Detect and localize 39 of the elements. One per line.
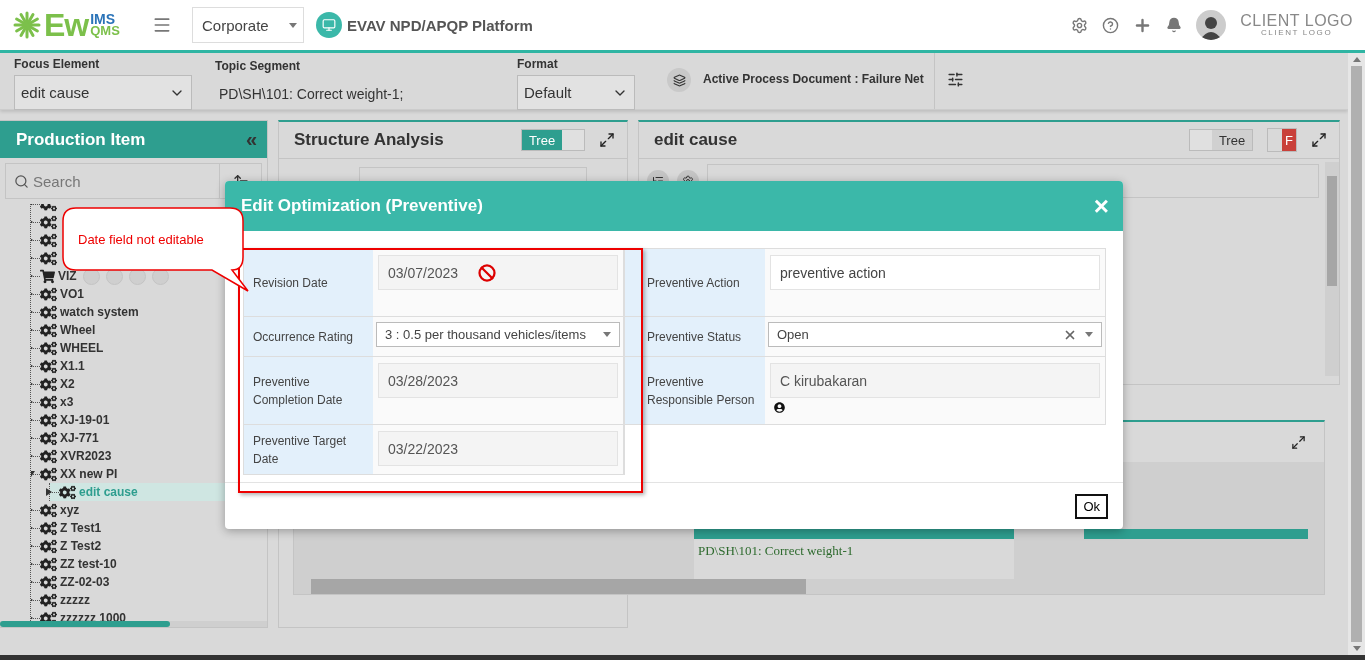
tree-item-label: zzzzz	[60, 593, 90, 607]
tree-item-label: Z Test1	[60, 521, 102, 535]
field-label: Preventive Status	[624, 317, 765, 357]
tree-item-label: watch system	[60, 305, 139, 319]
field-label: Preventive Action	[624, 249, 765, 317]
tree-item-label: ZZ test-10	[60, 557, 117, 571]
callout-text: Date field not editable	[78, 232, 204, 247]
tree-item-label: edit cause	[79, 485, 138, 499]
field-label: Focus Element	[14, 57, 101, 71]
field-label: Occurrence Rating	[243, 317, 373, 357]
tree-item-label: xyz	[60, 503, 80, 517]
field-label: Topic Segment	[215, 59, 302, 73]
topic-segment-value: PD\SH\101: Correct weight-1;	[218, 85, 405, 104]
tree-item-label: ZZ-02-03	[60, 575, 110, 589]
tree-item-label: XVR2023	[60, 449, 112, 463]
field-label: Revision Date	[243, 249, 373, 317]
field-label: Preventive Responsible Person	[624, 357, 765, 425]
field-label: Preventive Completion Date	[243, 357, 373, 425]
platform-title: EVAV NPD/APQP Platform	[347, 16, 533, 34]
tree-item-label: VO1	[60, 287, 84, 301]
tree-item-label: X1.1	[60, 359, 85, 373]
tree-item-label: x3	[60, 395, 74, 409]
tree-item-label: WHEEL	[60, 341, 104, 355]
active-document-text: Active Process Document : Failure Net	[703, 72, 924, 86]
tree-item-label: Wheel	[60, 323, 96, 337]
client-logo: CLIENT LOGO CLIENT LOGO	[1240, 13, 1353, 37]
tree-item-label: VIZ	[58, 269, 77, 283]
field-label: Format	[517, 57, 559, 71]
field-label: Preventive Target Date	[243, 425, 373, 475]
sidebar-title: Production Item	[16, 129, 146, 150]
tree-item-label: XJ-19-01	[60, 413, 110, 427]
tree-item-label: X2	[60, 377, 75, 391]
dialog-title: Edit Optimization (Preventive)	[241, 196, 483, 216]
tree-item-label: XX new PI	[60, 467, 118, 481]
tree-item-label: Z Test2	[60, 539, 102, 553]
tree-item-label: XJ-771	[60, 431, 99, 445]
panel-title: edit cause	[654, 130, 738, 150]
table-cell: PD\SH\101: Correct weight-1	[694, 539, 1014, 579]
panel-title: Structure Analysis	[294, 130, 444, 150]
